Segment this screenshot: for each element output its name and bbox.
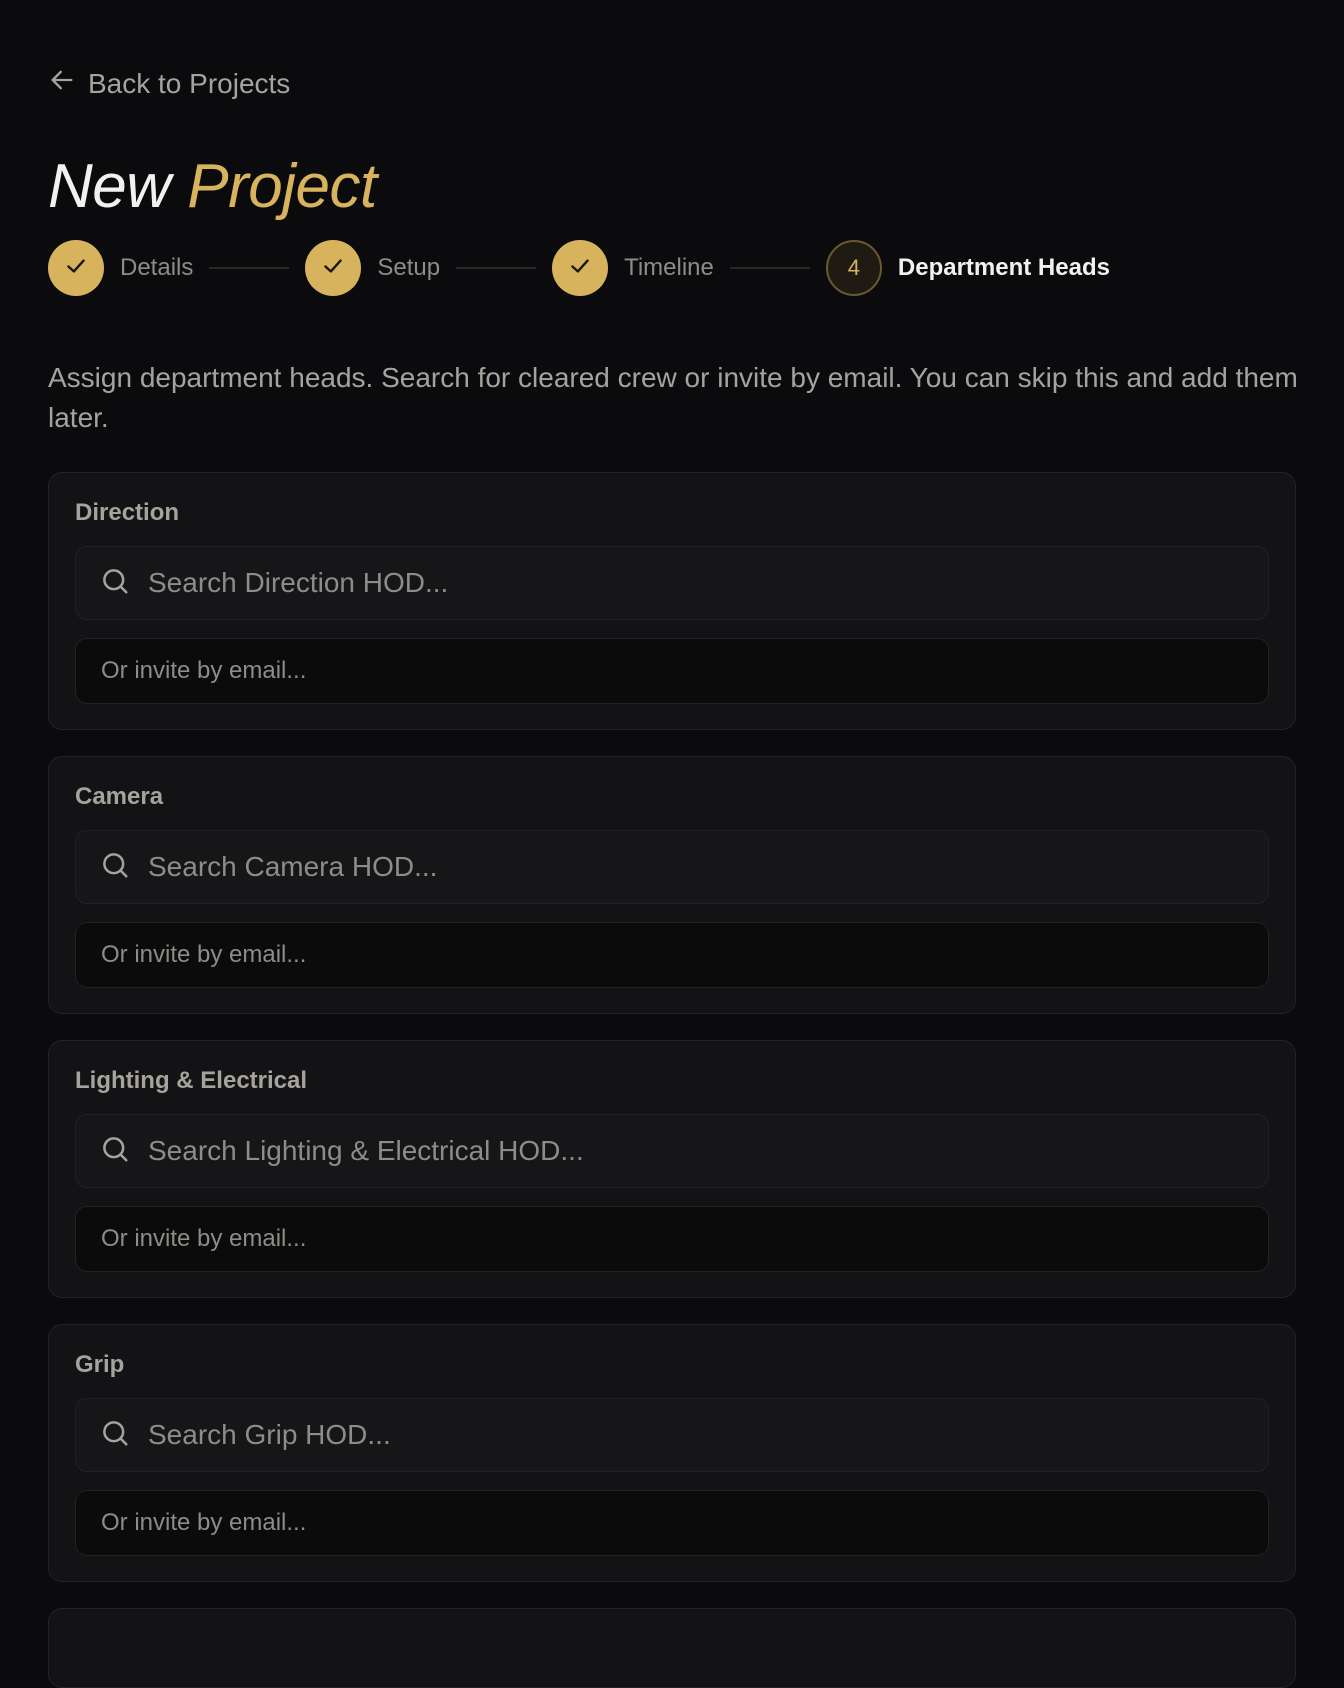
step-label: Timeline (624, 254, 714, 281)
search-placeholder: Search Camera HOD... (148, 851, 438, 882)
department-card-next (48, 1608, 1296, 1688)
invite-email-field[interactable]: Or invite by email... (75, 1490, 1269, 1556)
back-link-label: Back to Projects (88, 67, 291, 99)
page-title: New Project (48, 150, 377, 224)
title-word-new: New (48, 152, 171, 221)
search-icon (100, 566, 130, 601)
new-project-page: Back to Projects New Project Details Set… (0, 0, 1344, 1688)
department-card-camera: Camera Search Camera HOD... Or invite by… (48, 756, 1296, 1014)
search-icon (100, 1134, 130, 1169)
invite-email-field[interactable]: Or invite by email... (75, 922, 1269, 988)
arrow-left-icon (48, 66, 76, 101)
step-department-heads[interactable]: 4 Department Heads (825, 240, 1110, 296)
search-icon (100, 1418, 130, 1453)
step-label: Details (120, 254, 194, 281)
search-placeholder: Search Lighting & Electrical HOD... (148, 1135, 584, 1166)
step-complete-badge (48, 240, 104, 296)
department-card-direction: Direction Search Direction HOD... Or inv… (48, 472, 1296, 730)
step-label: Setup (377, 254, 441, 281)
invite-email-field[interactable]: Or invite by email... (75, 1206, 1269, 1272)
department-title: Lighting & Electrical (75, 1067, 308, 1094)
progress-stepper: Details Setup Timeline 4 Department Head… (48, 240, 1110, 296)
department-card-lighting-electrical: Lighting & Electrical Search Lighting & … (48, 1040, 1296, 1298)
hod-search-input[interactable]: Search Camera HOD... (75, 830, 1269, 904)
step-complete-badge (552, 240, 609, 296)
email-placeholder: Or invite by email... (101, 657, 307, 684)
title-word-project: Project (187, 152, 377, 221)
step-connector (456, 267, 537, 269)
step-details[interactable]: Details (48, 240, 193, 296)
email-placeholder: Or invite by email... (101, 941, 307, 968)
invite-email-field[interactable]: Or invite by email... (75, 638, 1269, 704)
hod-search-input[interactable]: Search Grip HOD... (75, 1398, 1269, 1472)
search-placeholder: Search Direction HOD... (148, 567, 449, 598)
step-setup[interactable]: Setup (305, 240, 440, 296)
department-card-grip: Grip Search Grip HOD... Or invite by ema… (48, 1324, 1296, 1582)
email-placeholder: Or invite by email... (101, 1509, 307, 1536)
step-connector (729, 267, 810, 269)
step-label: Department Heads (897, 254, 1110, 281)
department-title: Grip (75, 1351, 125, 1378)
step-complete-badge (305, 240, 362, 296)
email-placeholder: Or invite by email... (101, 1225, 307, 1252)
back-to-projects-link[interactable]: Back to Projects (48, 66, 290, 101)
search-icon (100, 850, 130, 885)
step-number-badge: 4 (825, 240, 882, 296)
hod-search-input[interactable]: Search Lighting & Electrical HOD... (75, 1114, 1269, 1188)
hod-search-input[interactable]: Search Direction HOD... (75, 546, 1269, 620)
check-icon (320, 253, 346, 284)
check-icon (63, 253, 89, 284)
search-placeholder: Search Grip HOD... (148, 1419, 391, 1450)
department-title: Camera (75, 783, 164, 810)
department-title: Direction (75, 499, 180, 526)
instructions-text: Assign department heads. Search for clea… (48, 362, 1298, 433)
check-icon (567, 253, 593, 284)
step-connector (209, 267, 290, 269)
step-timeline[interactable]: Timeline (552, 240, 714, 296)
